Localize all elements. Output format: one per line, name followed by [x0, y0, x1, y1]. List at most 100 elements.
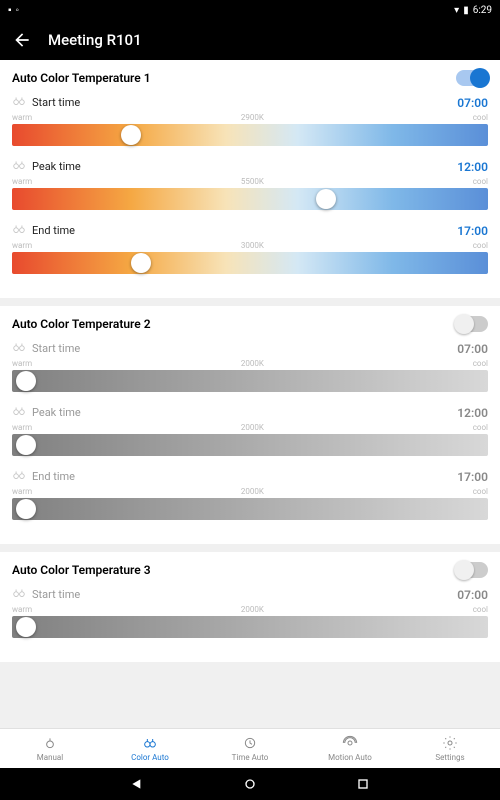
nav-home-icon[interactable] — [242, 776, 258, 792]
row-label[interactable]: End time — [12, 222, 75, 239]
warm-label: warm — [12, 423, 32, 432]
time-value[interactable]: 07:00 — [457, 342, 488, 356]
color-slider[interactable] — [12, 616, 488, 638]
time-value[interactable]: 12:00 — [457, 406, 488, 420]
section-1: Auto Color Temperature 1 Start time 07:00 w… — [0, 60, 500, 298]
row-label[interactable]: Start time — [12, 340, 80, 357]
section-toggle[interactable] — [456, 70, 488, 86]
range-row: warm2000Kcool — [12, 605, 488, 614]
row-label[interactable]: Peak time — [12, 158, 81, 175]
slider-thumb[interactable] — [316, 189, 336, 209]
slider-thumb[interactable] — [121, 125, 141, 145]
slider-label-row: Start time 07:00 — [12, 94, 488, 111]
nav-icon — [442, 735, 458, 751]
time-value[interactable]: 07:00 — [457, 96, 488, 110]
row-label-text: Start time — [32, 588, 80, 601]
time-value[interactable]: 07:00 — [457, 588, 488, 602]
color-slider[interactable] — [12, 498, 488, 520]
nav-recent-icon[interactable] — [355, 776, 371, 792]
bottom-nav: Manual Color AutoTime AutoMotion Auto Sett… — [0, 728, 500, 768]
slider-thumb[interactable] — [16, 435, 36, 455]
nav-motion-auto[interactable]: Motion Auto — [300, 729, 400, 768]
status-bar: ▪ ◦ ▾ ▮ 6:29 — [0, 0, 500, 20]
nav-label: Manual — [37, 753, 63, 762]
content-scroll[interactable]: Auto Color Temperature 1 Start time 07:00 w… — [0, 60, 500, 748]
row-label-text: End time — [32, 470, 75, 483]
color-slider[interactable] — [12, 252, 488, 274]
cool-label: cool — [473, 423, 488, 432]
section-title: Auto Color Temperature 2 — [12, 317, 151, 331]
section-header: Auto Color Temperature 2 — [12, 316, 488, 332]
nav-settings[interactable]: Settings — [400, 729, 500, 768]
section-toggle[interactable] — [456, 316, 488, 332]
warm-label: warm — [12, 605, 32, 614]
time-value[interactable]: 17:00 — [457, 470, 488, 484]
slider-thumb[interactable] — [16, 617, 36, 637]
nav-color-auto[interactable]: Color Auto — [100, 729, 200, 768]
row-label-text: Peak time — [32, 406, 81, 419]
slider-row: Start time 07:00 warm2000Kcool — [12, 586, 488, 638]
nav-icon — [42, 735, 58, 751]
temp-label: 5500K — [32, 177, 473, 186]
slider-row: End time 17:00 warm2000Kcool — [12, 468, 488, 520]
time-value[interactable]: 17:00 — [457, 224, 488, 238]
temp-label: 2000K — [32, 423, 473, 432]
warm-label: warm — [12, 177, 32, 186]
time-value[interactable]: 12:00 — [457, 160, 488, 174]
nav-manual[interactable]: Manual — [0, 729, 100, 768]
section-title: Auto Color Temperature 1 — [12, 71, 151, 85]
temp-label: 2900K — [32, 113, 473, 122]
row-label[interactable]: Start time — [12, 94, 80, 111]
nav-time-auto[interactable]: Time Auto — [200, 729, 300, 768]
color-slider[interactable] — [12, 124, 488, 146]
status-right: ▾ ▮ 6:29 — [454, 5, 492, 16]
range-row: warm3000Kcool — [12, 241, 488, 250]
section-toggle[interactable] — [456, 562, 488, 578]
row-label[interactable]: Peak time — [12, 404, 81, 421]
bulb-icon — [12, 340, 26, 357]
row-label[interactable]: Start time — [12, 586, 80, 603]
row-label[interactable]: End time — [12, 468, 75, 485]
section-3: Auto Color Temperature 3 Start time 07:00 w… — [0, 552, 500, 662]
bulb-icon — [12, 468, 26, 485]
color-slider[interactable] — [12, 370, 488, 392]
color-slider[interactable] — [12, 434, 488, 456]
slider-label-row: End time 17:00 — [12, 468, 488, 485]
slider-row: Start time 07:00 warm2000Kcool — [12, 340, 488, 392]
range-row: warm2000Kcool — [12, 487, 488, 496]
nav-label: Settings — [435, 753, 464, 762]
slider-row: Start time 07:00 warm2900Kcool — [12, 94, 488, 146]
row-label-text: Start time — [32, 342, 80, 355]
status-left: ▪ ◦ — [8, 5, 19, 16]
temp-label: 2000K — [32, 359, 473, 368]
section-header: Auto Color Temperature 3 — [12, 562, 488, 578]
cool-label: cool — [473, 605, 488, 614]
range-row: warm5500Kcool — [12, 177, 488, 186]
slider-thumb[interactable] — [16, 499, 36, 519]
cool-label: cool — [473, 487, 488, 496]
nav-icon — [242, 735, 258, 751]
color-slider[interactable] — [12, 188, 488, 210]
cool-label: cool — [473, 359, 488, 368]
section-2: Auto Color Temperature 2 Start time 07:00 w… — [0, 306, 500, 544]
box-icon: ▪ — [8, 5, 12, 16]
battery-icon: ▮ — [463, 5, 469, 16]
temp-label: 3000K — [32, 241, 473, 250]
row-label-text: Peak time — [32, 160, 81, 173]
row-label-text: End time — [32, 224, 75, 237]
bulb-icon — [12, 94, 26, 111]
cool-label: cool — [473, 241, 488, 250]
warm-label: warm — [12, 241, 32, 250]
clock-text: 6:29 — [473, 5, 492, 16]
slider-thumb[interactable] — [16, 371, 36, 391]
warm-label: warm — [12, 359, 32, 368]
row-label-text: Start time — [32, 96, 80, 109]
slider-thumb[interactable] — [131, 253, 151, 273]
page-title: Meeting R101 — [48, 31, 142, 49]
slider-label-row: End time 17:00 — [12, 222, 488, 239]
range-row: warm2900Kcool — [12, 113, 488, 122]
section-header: Auto Color Temperature 1 — [12, 70, 488, 86]
nav-back-icon[interactable] — [129, 776, 145, 792]
back-icon[interactable] — [12, 30, 32, 50]
slider-label-row: Peak time 12:00 — [12, 404, 488, 421]
